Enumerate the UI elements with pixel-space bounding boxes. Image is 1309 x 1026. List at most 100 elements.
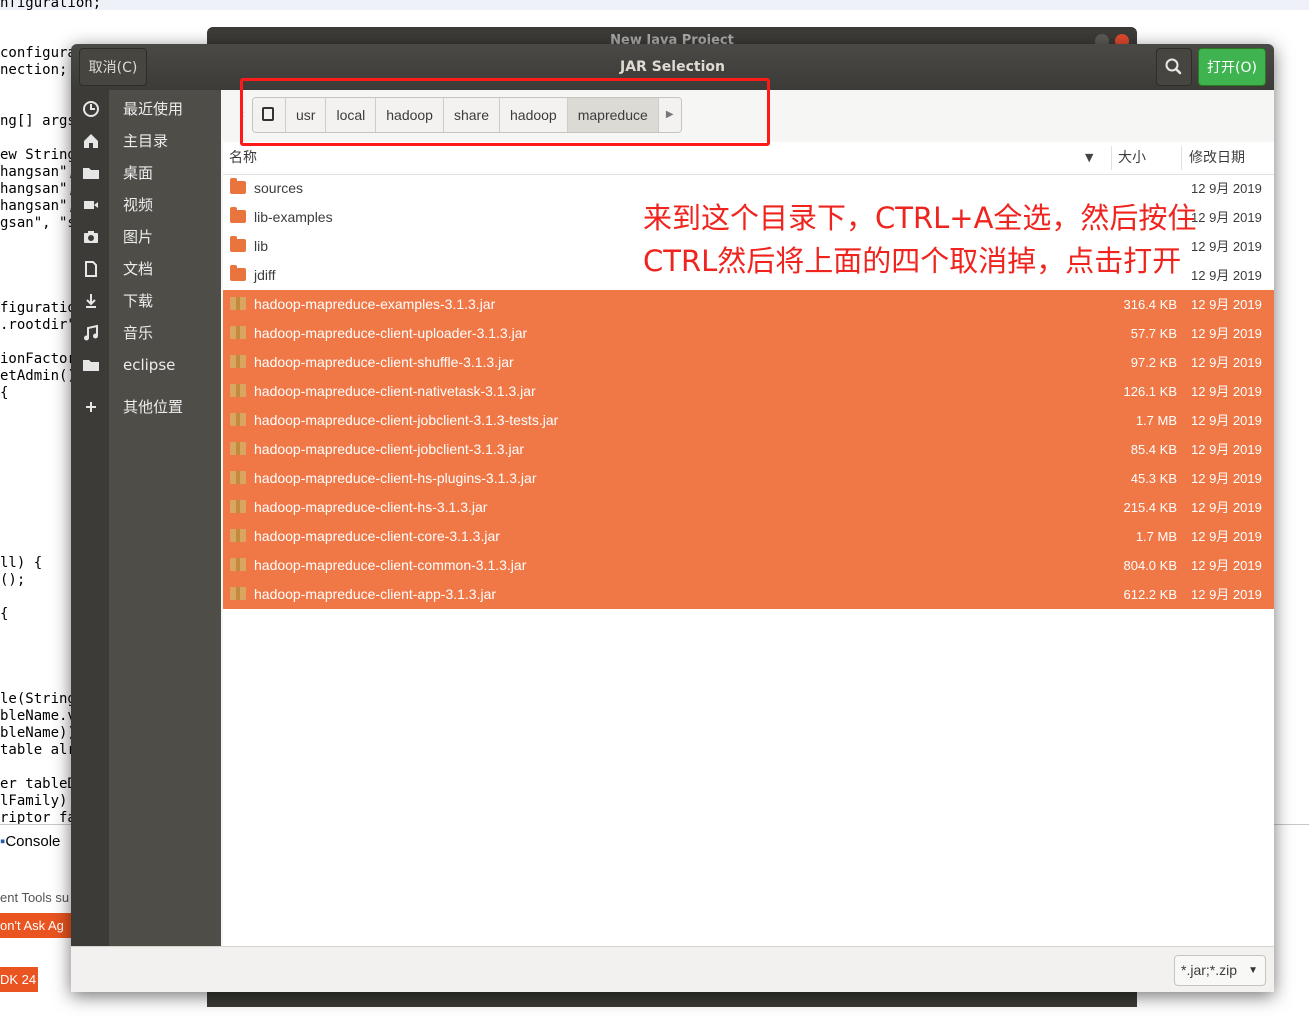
tools-text: ent Tools su xyxy=(0,890,70,905)
file-row[interactable]: hadoop-mapreduce-examples-3.1.3.jar 316.4… xyxy=(223,290,1274,319)
code-line: etAdmin() xyxy=(0,368,76,384)
file-row[interactable]: jdiff 12 9月 2019 xyxy=(223,261,1274,290)
plus-icon xyxy=(86,402,96,412)
breadcrumb-local[interactable]: local xyxy=(326,98,377,132)
column-divider xyxy=(1111,146,1112,170)
code-line: nfiguration; xyxy=(0,0,102,11)
file-size: 804.0 KB xyxy=(1123,558,1178,573)
file-size xyxy=(1103,261,1177,290)
jdk-badge: DK 24 xyxy=(0,967,38,992)
column-name-header[interactable]: 名称 xyxy=(229,142,257,174)
path-scroll-left-button[interactable]: ‹ xyxy=(235,97,249,131)
file-modified-date: 12 9月 2019 xyxy=(1191,384,1262,399)
file-size: 215.4 KB xyxy=(1123,500,1178,515)
code-line: gsan", "s xyxy=(0,215,76,231)
file-name: lib-examples xyxy=(254,209,333,225)
sidebar-item-documents[interactable]: 文档 xyxy=(71,253,221,285)
sidebar-item-recent[interactable]: 最近使用 xyxy=(71,93,221,125)
file-modified-date: 12 9月 2019 xyxy=(1191,471,1262,486)
column-modified-header[interactable]: 修改日期 xyxy=(1189,142,1245,174)
root-disk-button[interactable] xyxy=(253,98,286,132)
breadcrumb-usr[interactable]: usr xyxy=(286,98,327,132)
cancel-button[interactable]: 取消(C) xyxy=(79,48,147,86)
file-row[interactable]: hadoop-mapreduce-client-nativetask-3.1.3… xyxy=(223,377,1274,406)
file-row[interactable]: hadoop-mapreduce-client-jobclient-3.1.3-… xyxy=(223,406,1274,435)
sidebar-item-desktop[interactable]: 桌面 xyxy=(71,157,221,189)
jar-file-icon xyxy=(230,326,246,339)
jar-file-icon xyxy=(230,355,246,368)
file-row[interactable]: hadoop-mapreduce-client-hs-plugins-3.1.3… xyxy=(223,464,1274,493)
file-row[interactable]: hadoop-mapreduce-client-core-3.1.3.jar 1.… xyxy=(223,522,1274,551)
code-line: hangsan", xyxy=(0,164,76,180)
file-row[interactable]: hadoop-mapreduce-client-common-3.1.3.jar… xyxy=(223,551,1274,580)
file-list: 名称 ▼ 大小 修改日期 sources 12 9月 2019 lib-exampl… xyxy=(223,142,1274,946)
breadcrumb-share[interactable]: share xyxy=(443,98,500,132)
editor-top-strip xyxy=(0,0,1309,10)
file-name: hadoop-mapreduce-client-shuffle-3.1.3.ja… xyxy=(254,354,514,370)
file-size: 97.2 KB xyxy=(1130,355,1177,370)
folder-icon xyxy=(230,178,246,194)
breadcrumb: usr local hadoop share hadoop mapreduce … xyxy=(252,97,682,133)
file-modified-date: 12 9月 2019 xyxy=(1191,529,1262,544)
console-tab[interactable]: ▪Console xyxy=(0,833,60,850)
sidebar-item-music[interactable]: 音乐 xyxy=(71,317,221,349)
file-modified-date: 12 9月 2019 xyxy=(1191,413,1262,428)
search-icon xyxy=(1165,58,1182,75)
column-size-header[interactable]: 大小 xyxy=(1118,142,1146,174)
chevron-down-icon: ▼ xyxy=(1248,965,1258,976)
sidebar-item-label: 下载 xyxy=(123,292,154,310)
code-line: ll) { xyxy=(0,555,43,571)
code-line: (); xyxy=(0,572,26,588)
code-line: ew String xyxy=(0,147,76,163)
path-bar: ‹ usr local hadoop share hadoop mapreduc… xyxy=(221,90,1274,142)
folder-icon xyxy=(230,265,246,281)
code-line: { xyxy=(0,606,9,622)
file-row[interactable]: hadoop-mapreduce-client-uploader-3.1.3.j… xyxy=(223,319,1274,348)
file-row[interactable]: sources 12 9月 2019 xyxy=(223,174,1274,203)
file-row[interactable]: hadoop-mapreduce-client-app-3.1.3.jar 612… xyxy=(223,580,1274,609)
sidebar-item-pictures[interactable]: 图片 xyxy=(71,221,221,253)
file-row[interactable]: hadoop-mapreduce-client-hs-3.1.3.jar 215.… xyxy=(223,493,1274,522)
sidebar-item-eclipse[interactable]: eclipse xyxy=(71,349,221,381)
sidebar-item-home[interactable]: 主目录 xyxy=(71,125,221,157)
sidebar-item-label: 桌面 xyxy=(123,164,154,182)
path-scroll-right-button[interactable]: ▶ xyxy=(658,98,681,132)
jar-file-icon xyxy=(230,384,246,397)
code-line: ng[] args xyxy=(0,113,76,129)
file-row[interactable]: hadoop-mapreduce-client-jobclient-3.1.3.… xyxy=(223,435,1274,464)
sidebar-item-downloads[interactable]: 下载 xyxy=(71,285,221,317)
file-size: 612.2 KB xyxy=(1123,587,1178,602)
breadcrumb-hadoop-2[interactable]: hadoop xyxy=(500,98,568,132)
breadcrumb-mapreduce[interactable]: mapreduce xyxy=(567,98,659,132)
file-row[interactable]: hadoop-mapreduce-client-shuffle-3.1.3.ja… xyxy=(223,348,1274,377)
jar-file-icon xyxy=(230,471,246,484)
disk-icon xyxy=(262,107,274,121)
sidebar-item-videos[interactable]: 视频 xyxy=(71,189,221,221)
search-button[interactable] xyxy=(1156,48,1192,86)
file-name: hadoop-mapreduce-client-jobclient-3.1.3.… xyxy=(254,441,525,457)
breadcrumb-hadoop[interactable]: hadoop xyxy=(376,98,444,132)
file-row[interactable]: lib-examples 12 9月 2019 xyxy=(223,203,1274,232)
code-line: bleName)) xyxy=(0,725,76,741)
file-size: 85.4 KB xyxy=(1130,442,1177,457)
file-size: 316.4 KB xyxy=(1123,297,1178,312)
file-name: hadoop-mapreduce-client-core-3.1.3.jar xyxy=(254,528,500,544)
jar-file-icon xyxy=(230,442,246,455)
sidebar-item-other-locations[interactable]: 其他位置 xyxy=(71,391,221,423)
open-button[interactable]: 打开(O) xyxy=(1198,48,1266,86)
file-name: jdiff xyxy=(254,267,276,283)
folder-icon xyxy=(230,207,246,223)
jar-file-icon xyxy=(230,500,246,513)
dialog-header: 取消(C) JAR Selection 打开(O) xyxy=(71,44,1274,90)
dont-ask-again-button[interactable]: on't Ask Ag xyxy=(0,913,72,938)
file-row[interactable]: lib 12 9月 2019 xyxy=(223,232,1274,261)
document-icon xyxy=(85,261,97,277)
jar-file-icon xyxy=(230,297,246,310)
file-name: lib xyxy=(254,238,269,254)
file-modified-date: 12 9月 2019 xyxy=(1191,210,1262,225)
file-name: hadoop-mapreduce-client-hs-3.1.3.jar xyxy=(254,499,488,515)
file-name: hadoop-mapreduce-client-common-3.1.3.jar xyxy=(254,557,527,573)
file-filter-select[interactable]: *.jar;*.zip ▼ xyxy=(1174,955,1266,986)
column-divider xyxy=(1181,146,1182,170)
code-line: hangsan", xyxy=(0,198,76,214)
